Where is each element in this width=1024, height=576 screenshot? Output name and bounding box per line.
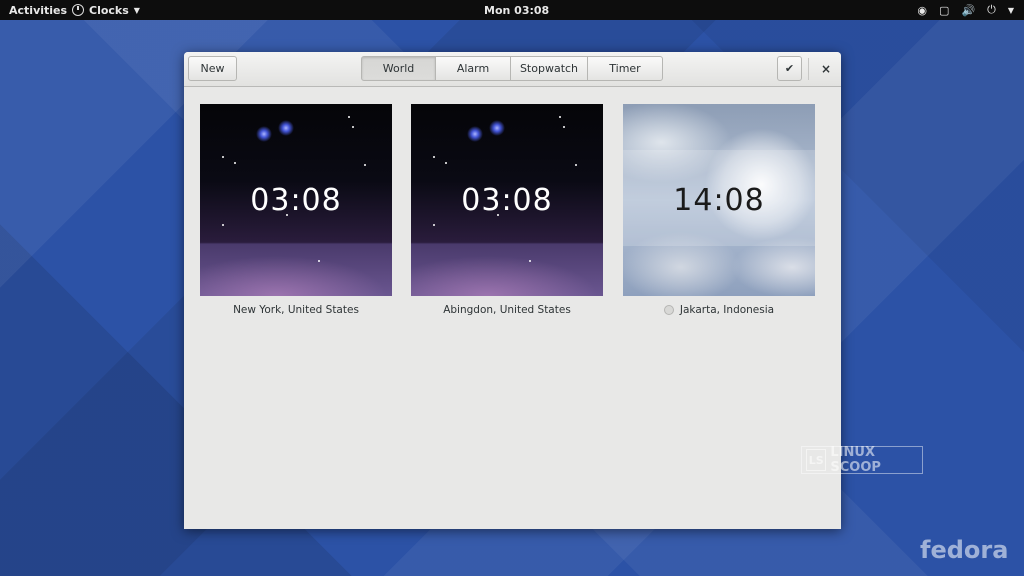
view-switcher: World Alarm Stopwatch Timer bbox=[361, 56, 663, 81]
tab-timer[interactable]: Timer bbox=[587, 56, 663, 81]
app-menu-label: Clocks bbox=[89, 3, 129, 17]
clock-background: 03:08 bbox=[411, 104, 603, 296]
clocks-window: New World Alarm Stopwatch Timer ✔ × 03:0… bbox=[184, 52, 841, 529]
city-label: Jakarta, Indonesia bbox=[679, 304, 775, 316]
caret-down-icon: ▼ bbox=[133, 5, 140, 15]
status-area[interactable]: ◉ ▢ 🔊 ⏻ ▼ bbox=[917, 0, 1014, 20]
clock-city: Abingdon, United States bbox=[411, 304, 603, 316]
header-separator bbox=[808, 58, 809, 80]
tab-stopwatch[interactable]: Stopwatch bbox=[510, 56, 588, 81]
top-bar-clock[interactable]: Mon 03:08 bbox=[484, 0, 549, 20]
city-label: Abingdon, United States bbox=[443, 304, 571, 316]
check-icon: ✔ bbox=[784, 62, 795, 75]
watermark-text: LINUX SCOOP bbox=[830, 445, 881, 475]
header-bar: New World Alarm Stopwatch Timer ✔ × bbox=[184, 52, 841, 87]
clock-background: 14:08 bbox=[623, 104, 815, 296]
window-icon: ▢ bbox=[939, 3, 950, 17]
clock-time: 03:08 bbox=[461, 182, 553, 218]
clock-city: Jakarta, Indonesia bbox=[623, 304, 815, 316]
close-icon: × bbox=[820, 61, 832, 76]
clock-icon bbox=[72, 4, 84, 16]
top-bar: Activities Clocks ▼ Mon 03:08 ◉ ▢ 🔊 ⏻ ▼ bbox=[0, 0, 1024, 20]
caret-down-icon: ▼ bbox=[1007, 5, 1014, 15]
power-icon: ⏻ bbox=[987, 3, 996, 16]
new-button[interactable]: New bbox=[188, 56, 237, 81]
clock-time: 14:08 bbox=[673, 182, 765, 218]
volume-icon: 🔊 bbox=[961, 3, 976, 17]
accessibility-icon[interactable]: ◉ bbox=[917, 4, 927, 17]
city-label: New York, United States bbox=[233, 304, 359, 316]
world-clock-tile[interactable]: 03:08 Abingdon, United States bbox=[411, 104, 603, 316]
activities-button[interactable]: Activities bbox=[9, 0, 67, 20]
selection-button[interactable]: ✔ bbox=[777, 56, 802, 81]
clock-background: 03:08 bbox=[200, 104, 392, 296]
world-clock-tile[interactable]: 03:08 New York, United States bbox=[200, 104, 392, 316]
linuxscoop-watermark: LS LINUX SCOOP bbox=[801, 445, 923, 475]
clock-city: New York, United States bbox=[200, 304, 392, 316]
daytime-indicator-icon bbox=[663, 305, 674, 315]
tab-world[interactable]: World bbox=[361, 56, 436, 81]
watermark-logo: LS bbox=[806, 449, 827, 471]
app-menu[interactable]: Clocks ▼ bbox=[72, 0, 140, 20]
tab-alarm[interactable]: Alarm bbox=[435, 56, 511, 81]
clock-time: 03:08 bbox=[250, 182, 342, 218]
world-clock-tile[interactable]: 14:08 Jakarta, Indonesia bbox=[623, 104, 815, 316]
close-button[interactable]: × bbox=[816, 56, 836, 81]
fedora-logo: fedora bbox=[920, 536, 1009, 564]
